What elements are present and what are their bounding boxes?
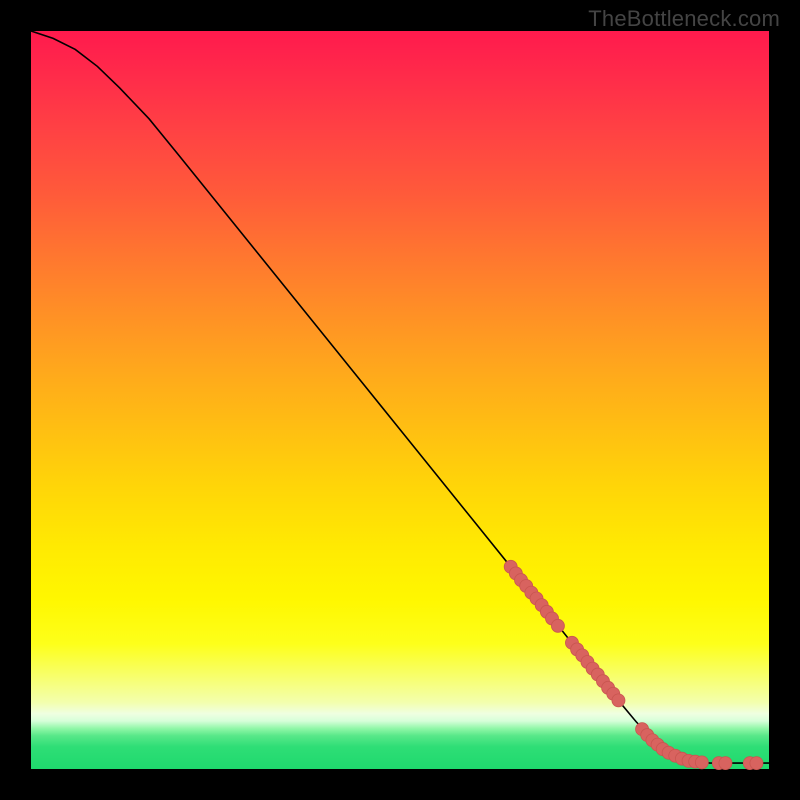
chart-marker (750, 757, 763, 770)
chart-svg (31, 31, 769, 769)
chart-marker (719, 757, 732, 770)
chart-marker (695, 756, 708, 769)
chart-marker (612, 694, 625, 707)
chart-marker (551, 619, 564, 632)
chart-plot-area (31, 31, 769, 769)
chart-series-curve (31, 31, 769, 763)
chart-marker-group (504, 560, 763, 769)
watermark-text: TheBottleneck.com (588, 6, 780, 32)
